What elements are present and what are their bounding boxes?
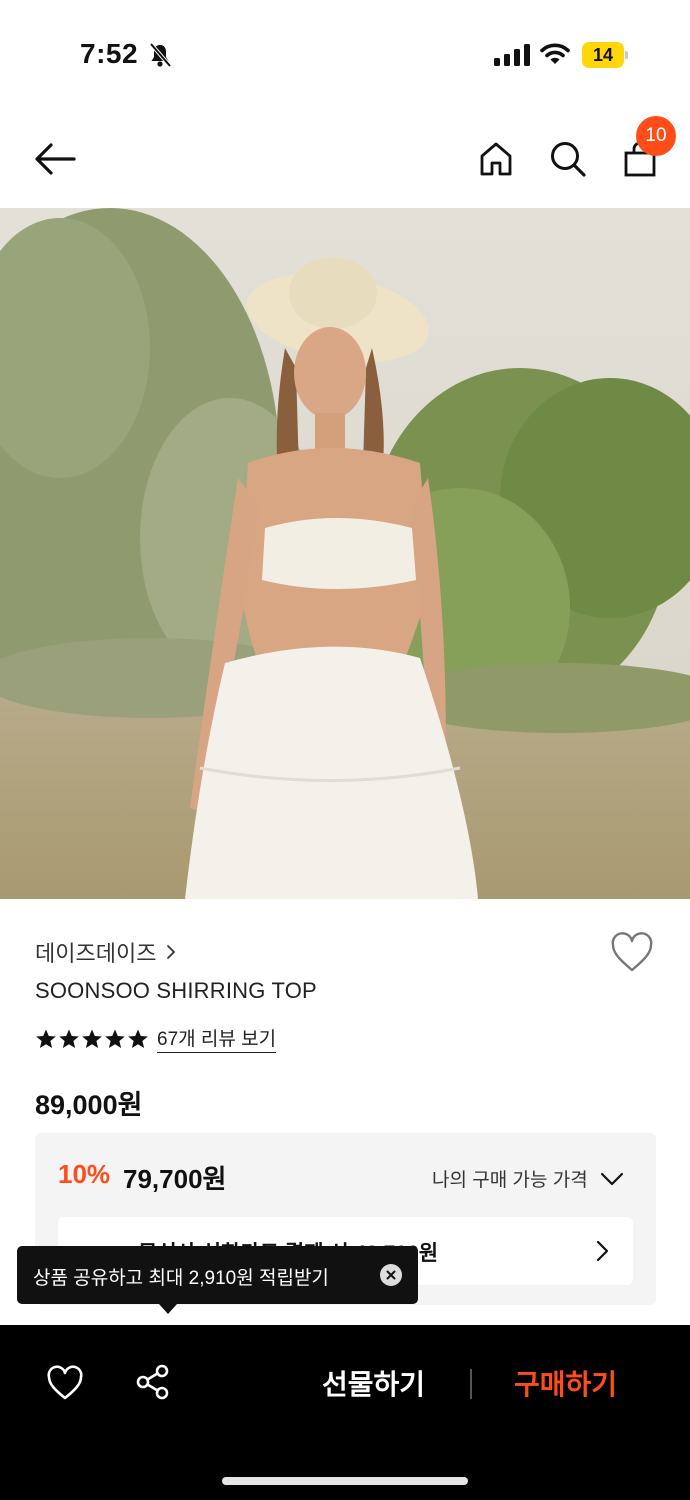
star-icon [36, 1029, 56, 1048]
close-icon [386, 1270, 396, 1280]
tooltip-close-button[interactable] [380, 1264, 402, 1286]
cellular-signal-icon [494, 44, 530, 66]
review-link[interactable]: 67개 리뷰 보기 [157, 1024, 277, 1053]
home-button[interactable] [473, 136, 519, 182]
home-indicator [222, 1477, 468, 1485]
chevron-down-icon [600, 1172, 623, 1185]
product-image[interactable] [0, 208, 690, 899]
my-price-toggle[interactable]: 나의 구매 가능 가격 [432, 1165, 624, 1192]
bottom-action-bar: 선물하기 구매하기 [0, 1325, 690, 1500]
wifi-icon [540, 43, 570, 64]
chevron-right-icon [167, 945, 176, 959]
search-button[interactable] [545, 136, 591, 182]
status-bar: 7:52 14 [0, 0, 690, 110]
original-price: 89,000원 [35, 1090, 143, 1120]
star-icon [82, 1029, 102, 1048]
cart-count-badge: 10 [636, 116, 676, 156]
battery-indicator: 14 [582, 42, 628, 68]
search-icon [551, 142, 586, 177]
star-icon [128, 1029, 148, 1048]
arrow-left-icon [35, 143, 76, 175]
gift-button[interactable]: 선물하기 [322, 1363, 425, 1403]
home-icon [480, 142, 512, 176]
product-name: SOONSOO SHIRRING TOP [35, 978, 317, 1003]
tooltip-arrow [159, 1304, 177, 1314]
brand-link[interactable]: 데이즈데이즈 [35, 936, 176, 968]
buy-button[interactable]: 구매하기 [514, 1363, 617, 1403]
share-icon[interactable] [134, 1363, 172, 1401]
star-icon [105, 1029, 125, 1048]
battery-level: 14 [582, 42, 624, 68]
chevron-right-icon [596, 1240, 609, 1262]
app-header [0, 110, 690, 208]
sale-price: 79,700원 [123, 1164, 227, 1194]
back-button[interactable] [32, 136, 78, 182]
tooltip-text: 상품 공유하고 최대 2,910원 적립받기 [33, 1268, 329, 1289]
wishlist-heart-icon[interactable] [610, 932, 654, 974]
my-price-label: 나의 구매 가능 가격 [432, 1170, 588, 1191]
share-reward-tooltip: 상품 공유하고 최대 2,910원 적립받기 [17, 1246, 418, 1314]
battery-cap [625, 51, 628, 59]
rating-row: 67개 리뷰 보기 [35, 1024, 277, 1053]
star-icon [59, 1029, 79, 1048]
brand-name: 데이즈데이즈 [35, 941, 157, 966]
star-rating [35, 1028, 149, 1050]
product-photo [0, 208, 690, 899]
bell-off-icon [149, 42, 172, 68]
heart-icon[interactable] [46, 1365, 84, 1401]
discount-rate: 10% [58, 1159, 111, 1189]
button-divider [470, 1369, 472, 1399]
status-time: 7:52 [80, 38, 139, 69]
